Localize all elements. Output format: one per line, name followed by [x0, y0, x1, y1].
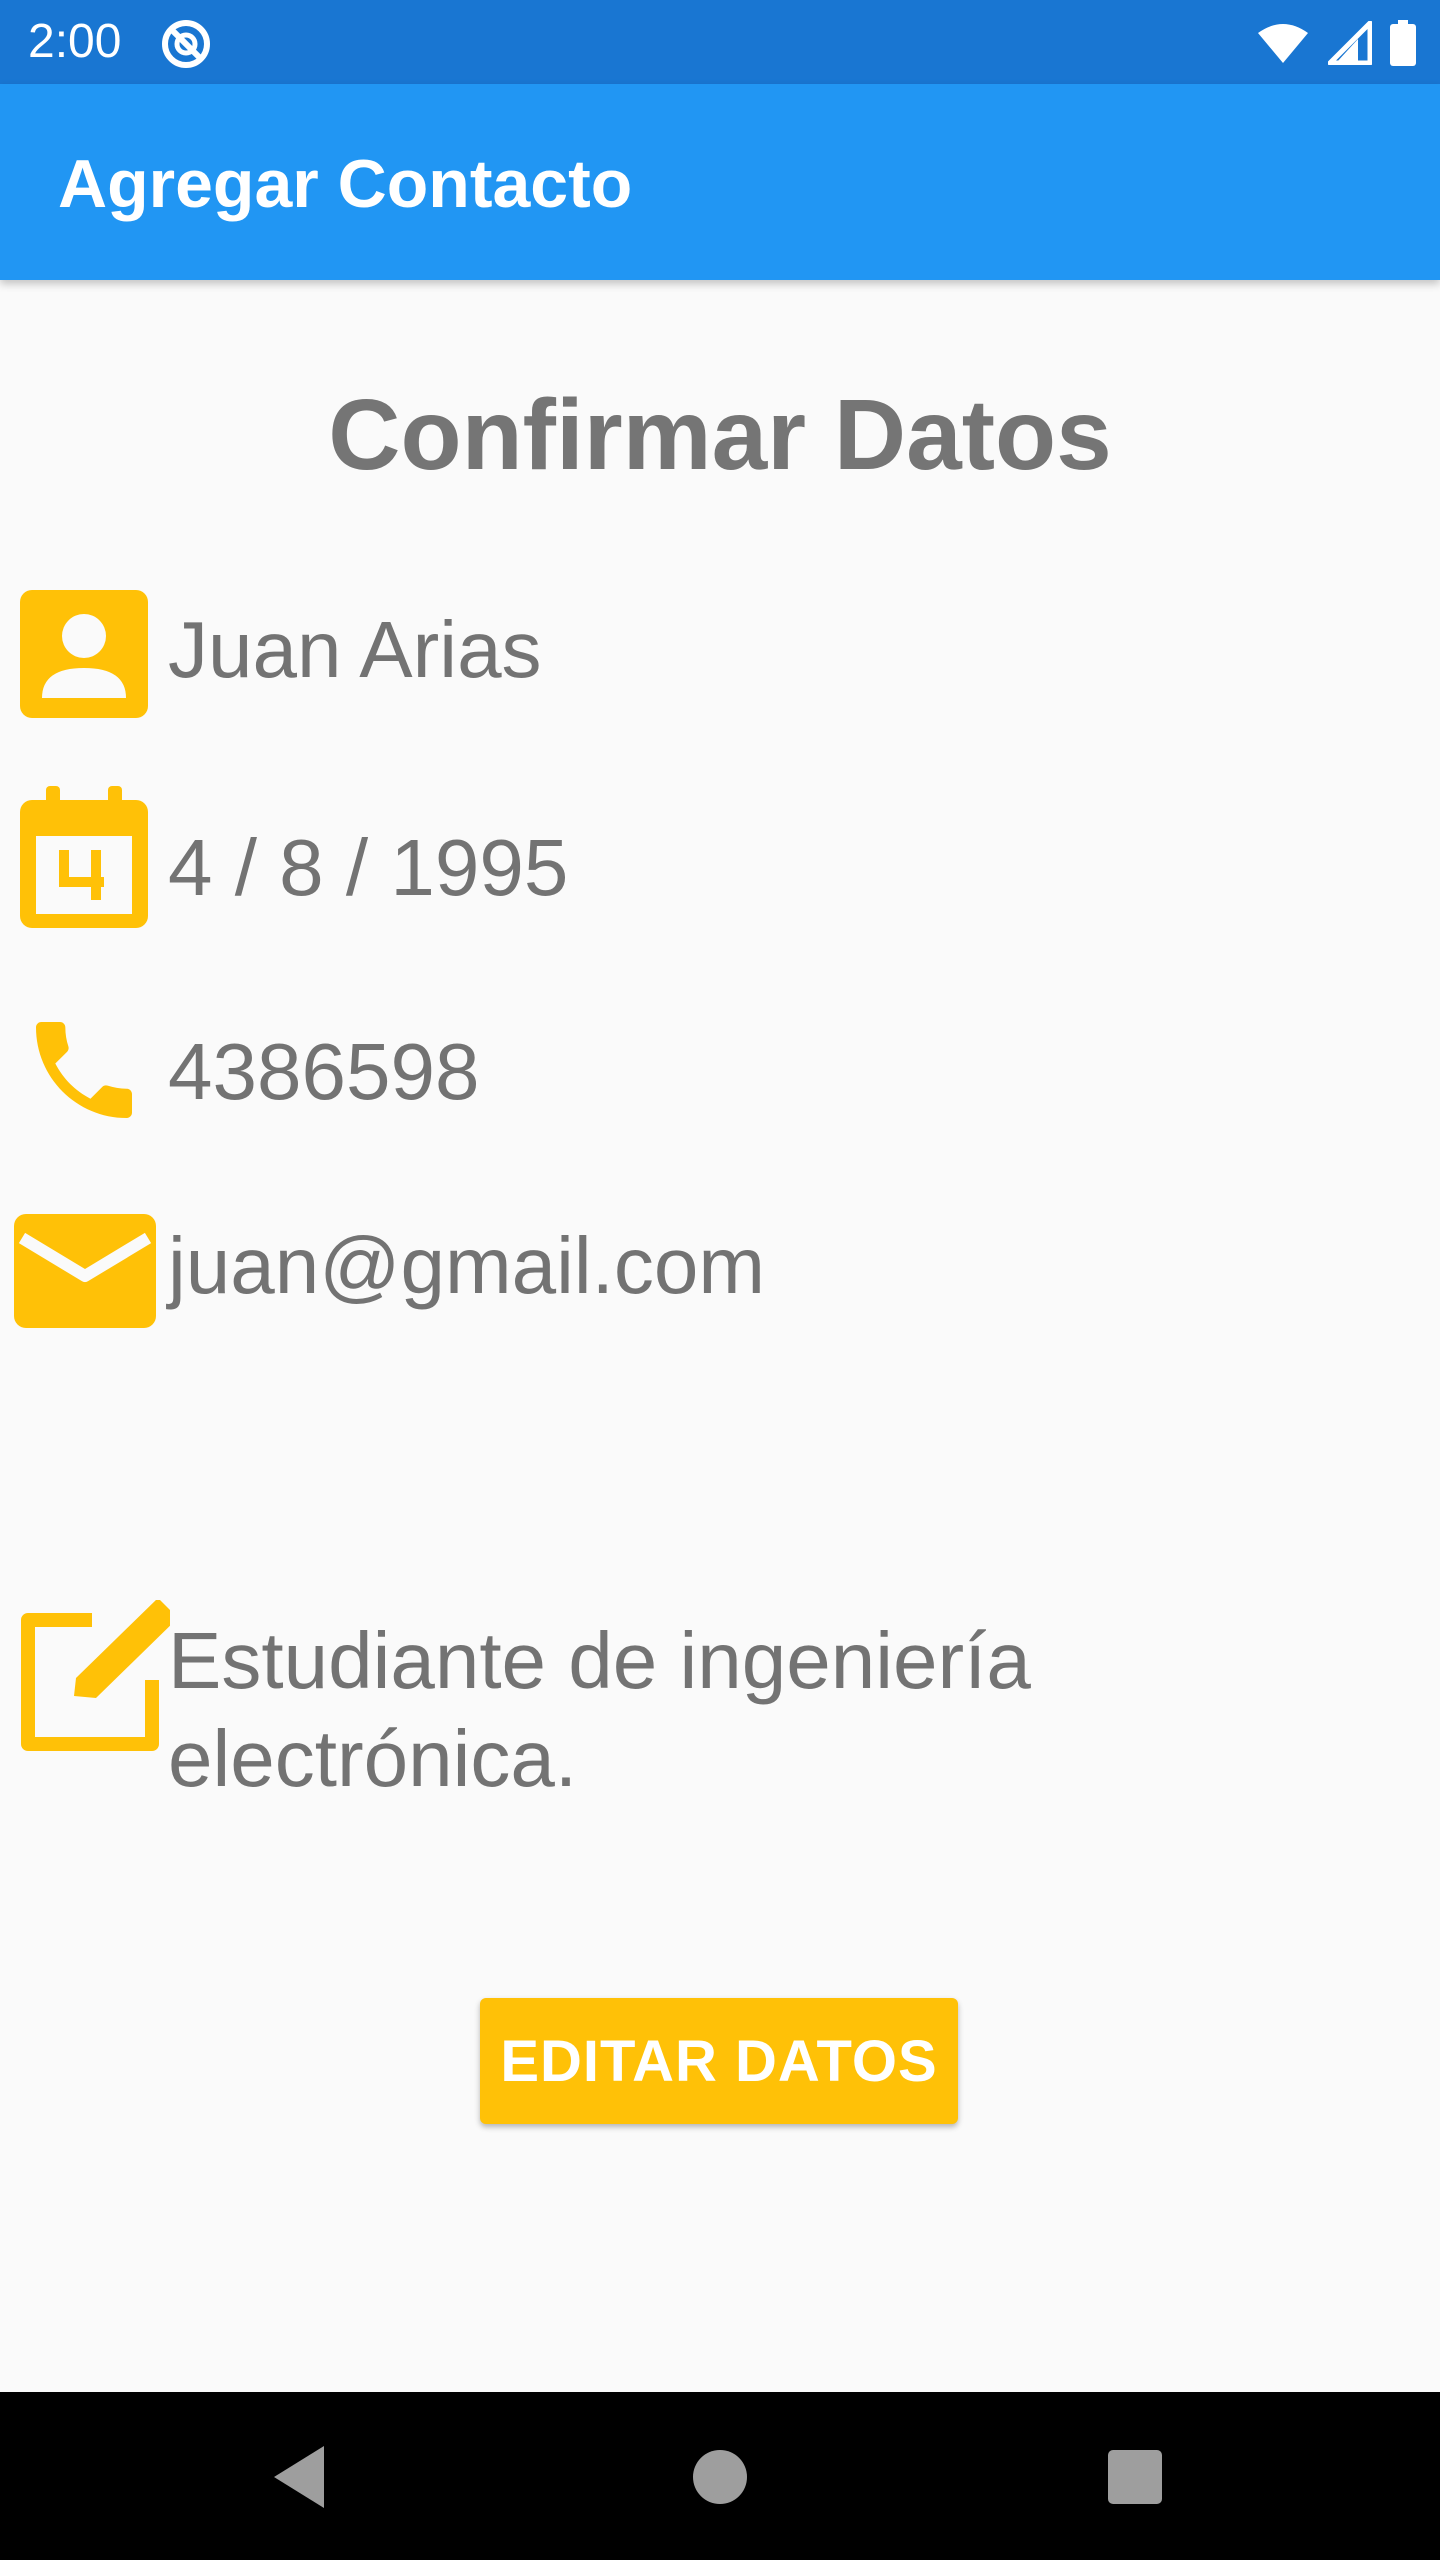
- app-bar: Agregar Contacto: [0, 84, 1440, 280]
- home-icon[interactable]: [675, 2432, 765, 2522]
- description: Estudiante de ingeniería electrónica.: [168, 1616, 1031, 1803]
- back-icon[interactable]: [256, 2432, 346, 2522]
- signal-icon: [1328, 21, 1372, 65]
- email-row: juan@gmail.com: [0, 1214, 1440, 1330]
- page-title: Confirmar Datos: [328, 379, 1112, 491]
- calendar-icon: [20, 786, 148, 928]
- email-address: juan@gmail.com: [168, 1221, 765, 1310]
- navigation-bar: [0, 2392, 1440, 2560]
- wifi-icon: [1258, 24, 1308, 63]
- phone-number: 4386598: [168, 1027, 480, 1116]
- contact-icon: [20, 590, 148, 718]
- status-time: 2:00: [28, 15, 122, 68]
- contact-name: Juan Arias: [168, 605, 542, 694]
- status-bar: 2:00: [0, 0, 1440, 84]
- phone-row: 4386598: [0, 1006, 1440, 1134]
- contact-name-row: Juan Arias: [0, 584, 1440, 720]
- app-title: Agregar Contacto: [58, 146, 633, 222]
- recents-icon[interactable]: [1090, 2432, 1180, 2522]
- edit-data-button[interactable]: EDITAR DATOS: [480, 1998, 958, 2124]
- edit-note-icon: [21, 1600, 170, 1751]
- battery-icon: [1390, 20, 1416, 66]
- sync-icon: [162, 20, 210, 68]
- birth-date-row: 4 / 8 / 1995: [0, 786, 1440, 930]
- email-icon: [14, 1214, 156, 1328]
- birth-date: 4 / 8 / 1995: [168, 823, 569, 912]
- phone-icon: [36, 1022, 132, 1118]
